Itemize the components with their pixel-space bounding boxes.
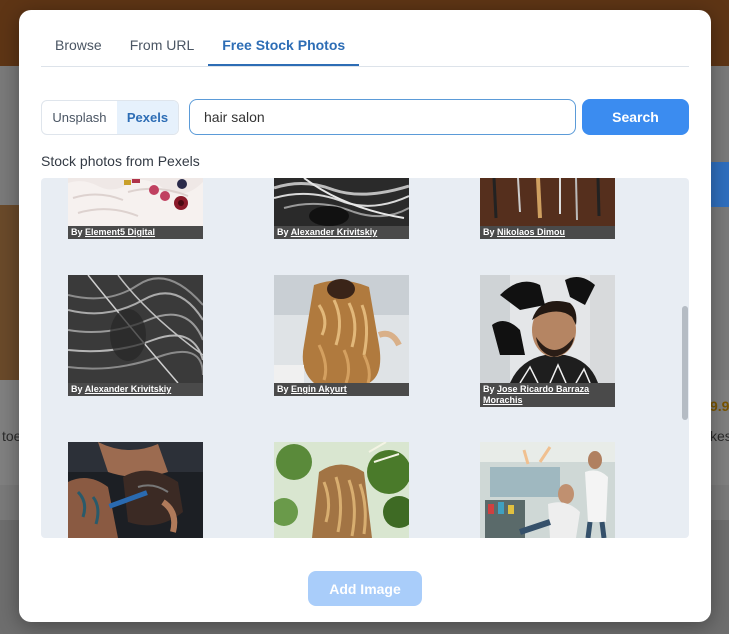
photo-thumbnail: [68, 442, 203, 538]
tab-bar: Browse From URL Free Stock Photos: [41, 33, 689, 67]
photo-credit: By Nikolaos Dimou: [480, 226, 615, 239]
photo-tile[interactable]: By Element5 Digital: [68, 178, 203, 242]
image-picker-modal: Browse From URL Free Stock Photos Unspla…: [19, 10, 711, 622]
photo-thumbnail: [274, 178, 409, 226]
author-link[interactable]: Alexander Krivitskiy: [291, 227, 378, 237]
author-link[interactable]: Nikolaos Dimou: [497, 227, 565, 237]
photo-credit: By Jose Ricardo Barraza Morachis: [480, 383, 615, 407]
photo-tile[interactable]: By Nikolaos Dimou: [480, 178, 615, 242]
author-link[interactable]: Element5 Digital: [85, 227, 155, 237]
photo-credit: By Alexander Krivitskiy: [68, 383, 203, 396]
photo-tile[interactable]: [274, 442, 409, 538]
search-input[interactable]: [189, 99, 576, 135]
photo-tile[interactable]: [68, 442, 203, 538]
add-image-button[interactable]: Add Image: [308, 571, 422, 606]
gallery-scrollbar[interactable]: [681, 180, 689, 536]
search-button[interactable]: Search: [582, 99, 689, 135]
photo-thumbnail: [274, 442, 409, 538]
author-link[interactable]: Jose Ricardo Barraza Morachis: [483, 384, 589, 405]
photo-thumbnail: [274, 275, 409, 383]
tab-free-stock-photos[interactable]: Free Stock Photos: [208, 33, 360, 66]
author-link[interactable]: Alexander Krivitskiy: [85, 384, 172, 394]
photo-tile[interactable]: By Alexander Krivitskiy: [274, 178, 409, 242]
photo-credit: By Engin Akyurt: [274, 383, 409, 396]
tab-browse[interactable]: Browse: [41, 33, 116, 66]
photo-tile[interactable]: By Engin Akyurt: [274, 275, 409, 399]
photo-tile[interactable]: By Alexander Krivitskiy: [68, 275, 203, 399]
background-card-image-right: [710, 162, 729, 207]
photo-thumbnail: [68, 275, 203, 383]
photo-tile[interactable]: By Jose Ricardo Barraza Morachis: [480, 275, 615, 410]
source-pexels-button[interactable]: Pexels: [116, 101, 178, 134]
photo-thumbnail: [480, 178, 615, 226]
scrollbar-thumb[interactable]: [682, 306, 688, 420]
source-unsplash-button[interactable]: Unsplash: [42, 101, 117, 134]
author-link[interactable]: Engin Akyurt: [291, 384, 347, 394]
background-card-text-right: kes: [710, 428, 729, 444]
gallery-label: Stock photos from Pexels: [41, 153, 200, 169]
photo-gallery[interactable]: By Element5 Digital By Alexander Krivits…: [41, 178, 689, 538]
photo-credit: By Alexander Krivitskiy: [274, 226, 409, 239]
photo-thumbnail: [68, 178, 203, 226]
photo-thumbnail: [480, 275, 615, 383]
background-card-price-right: 9.9: [710, 398, 729, 414]
photo-thumbnail: [480, 442, 615, 538]
source-toggle: Unsplash Pexels: [41, 100, 179, 135]
tab-from-url[interactable]: From URL: [116, 33, 209, 66]
photo-tile[interactable]: [480, 442, 615, 538]
photo-credit: By Element5 Digital: [68, 226, 203, 239]
